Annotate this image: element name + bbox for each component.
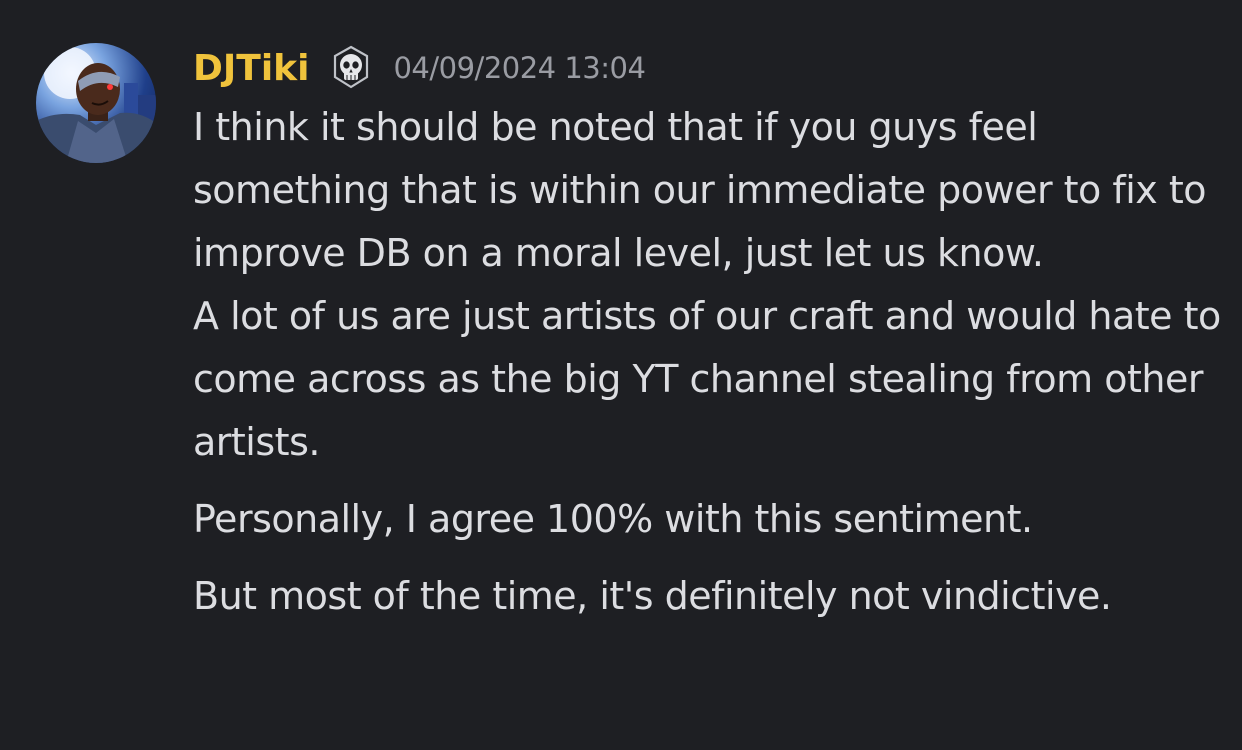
username[interactable]: DJTiki — [193, 48, 309, 89]
message-timestamp[interactable]: 04/09/2024 13:04 — [393, 51, 645, 85]
message-header: DJTiki 04/09/2024 13:04 — [193, 38, 646, 98]
avatar[interactable] — [36, 43, 156, 163]
message-paragraph: I think it should be noted that if you g… — [193, 105, 1207, 275]
message-paragraph: But most of the time, it's definitely no… — [193, 574, 1112, 618]
message-paragraph: A lot of us are just artists of our craf… — [193, 294, 1221, 464]
skull-icon[interactable] — [331, 45, 371, 91]
message-paragraph: Personally, I agree 100% with this senti… — [193, 497, 1033, 541]
message-content: I think it should be noted that if you g… — [193, 96, 1233, 628]
chat-message: DJTiki 04/09/2024 13:04 I think it shoul… — [0, 0, 1242, 750]
avatar-image — [36, 47, 156, 163]
